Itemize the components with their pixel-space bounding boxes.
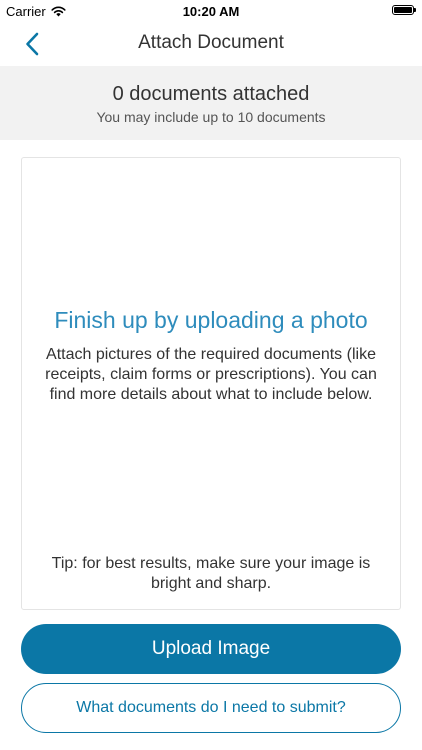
documents-attached-count: 0 documents attached bbox=[112, 83, 310, 105]
status-bar: Carrier 10:20 AM bbox=[0, 0, 422, 22]
page-title: Attach Document bbox=[138, 32, 284, 53]
battery-level bbox=[394, 7, 412, 13]
battery-icon bbox=[392, 5, 416, 15]
card-tip-text: Tip: for best results, make sure your im… bbox=[51, 555, 371, 592]
upload-image-button[interactable]: Upload Image bbox=[21, 624, 401, 674]
upload-instructions-card: Finish up by uploading a photo Attach pi… bbox=[21, 157, 401, 610]
card-body-text: Attach pictures of the required document… bbox=[45, 346, 377, 403]
navigation-bar: Attach Document bbox=[0, 22, 422, 66]
card-heading: Finish up by uploading a photo bbox=[54, 307, 368, 333]
documents-limit-note: You may include up to 10 documents bbox=[96, 109, 326, 125]
required-documents-help-button[interactable]: What documents do I need to submit? bbox=[21, 683, 401, 733]
status-time: 10:20 AM bbox=[182, 4, 240, 19]
attachment-summary: 0 documents attached You may include up … bbox=[0, 66, 422, 140]
